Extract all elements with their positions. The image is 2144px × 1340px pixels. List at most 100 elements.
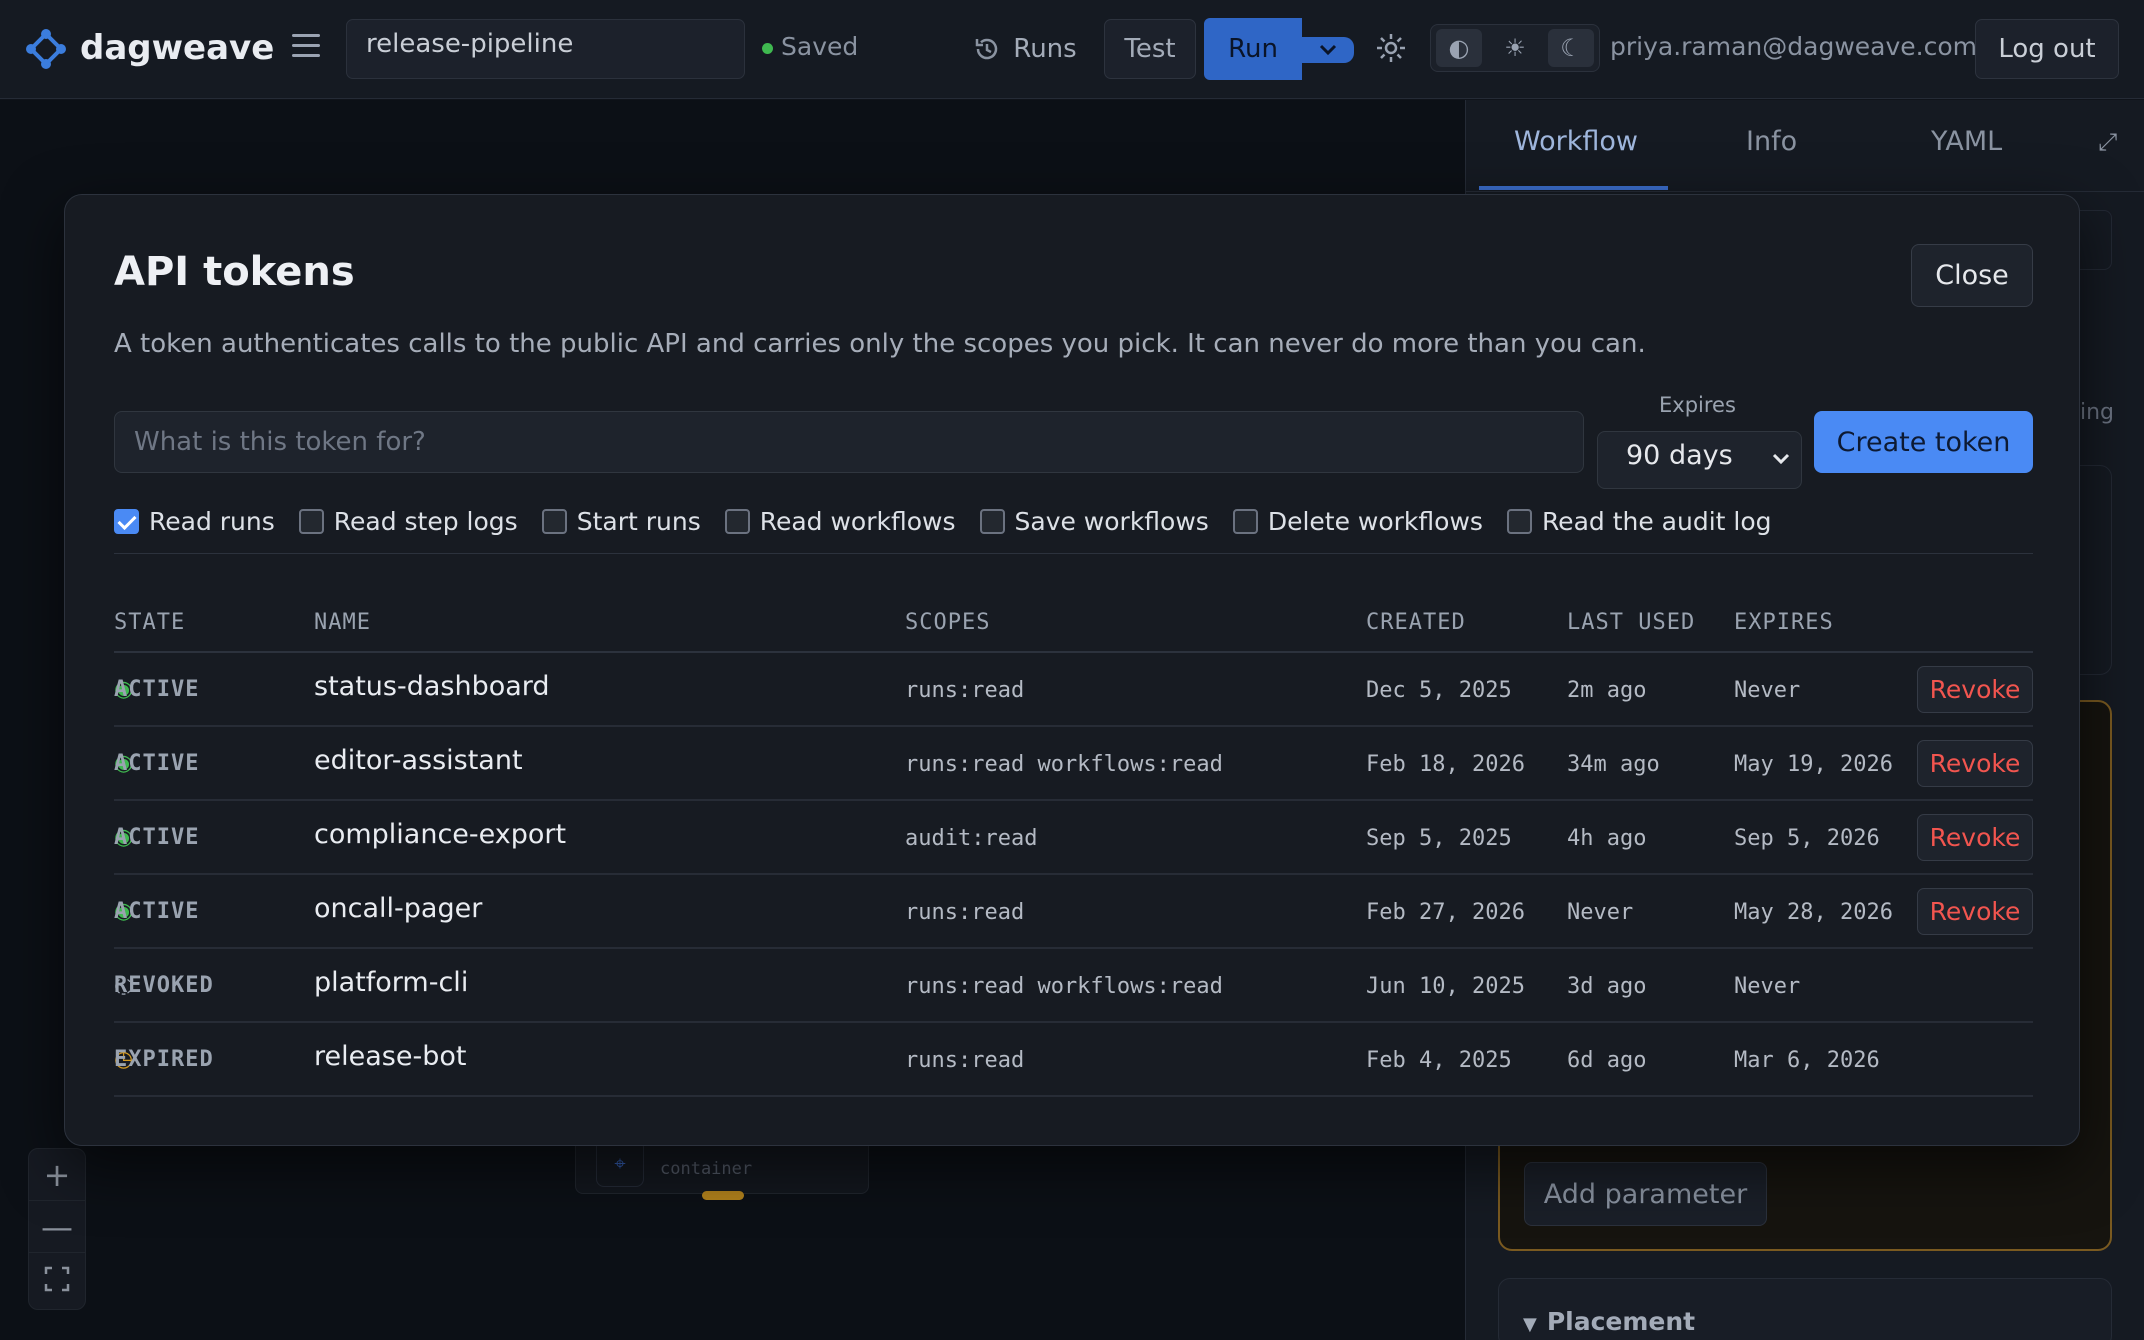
column-header: NAME xyxy=(314,610,371,635)
tab-info[interactable]: Info xyxy=(1746,126,1797,157)
expires-value: 90 days xyxy=(1626,440,1733,471)
token-created: Dec 5, 2025 xyxy=(1366,678,1512,703)
scope-read-runs[interactable]: Read runs xyxy=(114,507,275,536)
revoke-button[interactable]: Revoke xyxy=(1917,666,2033,713)
runs-button[interactable]: Runs xyxy=(965,19,1085,79)
token-created: Jun 10, 2025 xyxy=(1366,974,1525,999)
dagweave-logo-icon xyxy=(26,29,66,69)
revoke-button[interactable]: Revoke xyxy=(1917,888,2033,935)
theme-light-icon[interactable]: ☀ xyxy=(1492,29,1538,67)
table-row: ◷ EXPIRED release-bot runs:read Feb 4, 2025 6… xyxy=(114,1023,2033,1097)
checkbox[interactable] xyxy=(298,508,324,534)
table-row: ◉ ACTIVE editor-assistant runs:read workflo… xyxy=(114,727,2033,801)
scope-label: Read workflows xyxy=(759,506,956,536)
checkbox[interactable] xyxy=(114,508,139,534)
tokens-table-header: STATE NAME SCOPES CREATED LAST USED EXPI… xyxy=(114,600,2033,646)
token-scopes: runs:read xyxy=(905,1048,1025,1073)
create-token-button[interactable]: Create token xyxy=(1814,411,2033,473)
token-last-used: 2m ago xyxy=(1567,678,1647,703)
expires-label: Expires xyxy=(1659,393,1736,417)
chevron-down-icon xyxy=(1319,44,1337,56)
checkbox[interactable] xyxy=(1506,508,1532,534)
settings-gear-icon[interactable] xyxy=(1374,31,1408,65)
token-scopes: runs:read xyxy=(905,900,1025,925)
scope-save-workflows[interactable]: Save workflows xyxy=(979,506,1209,536)
scope-label: Read step logs xyxy=(333,506,518,536)
token-scopes: runs:read workflows:read xyxy=(905,752,1223,777)
state-label: REVOKED xyxy=(114,973,214,998)
revoke-button[interactable]: Revoke xyxy=(1917,814,2033,861)
token-name: editor-assistant xyxy=(314,745,523,776)
scope-read-step-logs[interactable]: Read step logs xyxy=(298,506,518,536)
table-row: ◉ ACTIVE oncall-pager runs:read Feb 27, 2026… xyxy=(114,875,2033,949)
scope-start-runs[interactable]: Start runs xyxy=(541,506,701,536)
collapse-triangle-icon: ▼ xyxy=(1523,1314,1537,1335)
divider xyxy=(114,553,2033,554)
runs-label: Runs xyxy=(1013,34,1077,64)
token-expires: Sep 5, 2026 xyxy=(1734,826,1880,851)
column-header: STATE xyxy=(114,610,186,635)
tab-workflow[interactable]: Workflow xyxy=(1514,126,1638,157)
token-name: release-bot xyxy=(314,1041,467,1072)
checkbox[interactable] xyxy=(1232,508,1258,534)
scope-label: Delete workflows xyxy=(1267,506,1483,536)
scope-label: Read the audit log xyxy=(1541,506,1772,536)
chevron-down-icon xyxy=(1772,453,1790,465)
revoke-button[interactable]: Revoke xyxy=(1917,740,2033,787)
active-tab-indicator xyxy=(1479,186,1668,190)
column-header: EXPIRES xyxy=(1734,610,1834,635)
scope-label: Start runs xyxy=(576,506,701,536)
saved-label: Saved xyxy=(781,32,859,61)
checkbox[interactable] xyxy=(979,508,1005,534)
table-row: ◌ REVOKED platform-cli runs:read workflows:… xyxy=(114,949,2033,1023)
brand-name: dagweave xyxy=(80,28,275,68)
token-expires: Never xyxy=(1734,974,1801,999)
theme-auto-icon[interactable]: ◐ xyxy=(1436,29,1482,67)
column-header: LAST USED xyxy=(1567,610,1696,635)
column-header: CREATED xyxy=(1366,610,1466,635)
table-row: ◉ ACTIVE status-dashboard runs:read Dec 5, 2… xyxy=(114,653,2033,727)
expires-select[interactable]: 90 days xyxy=(1597,431,1802,489)
state-label: ACTIVE xyxy=(114,677,200,702)
logout-button[interactable]: Log out xyxy=(1975,19,2119,79)
placement-label: Placement xyxy=(1546,1307,1696,1336)
panel-tabs: Workflow Info YAML xyxy=(1466,100,2144,192)
checkbox[interactable] xyxy=(541,508,567,534)
scope-label: Save workflows xyxy=(1014,506,1209,536)
workflow-name-input[interactable]: release-pipeline xyxy=(346,19,745,79)
state-label: ACTIVE xyxy=(114,751,200,776)
run-button[interactable]: Run xyxy=(1204,18,1302,80)
run-dropdown-button[interactable] xyxy=(1302,37,1354,63)
expand-icon[interactable]: ⤢ xyxy=(2098,128,2117,156)
token-name: compliance-export xyxy=(314,819,567,850)
tab-yaml[interactable]: YAML xyxy=(1931,126,2002,157)
scope-delete-workflows[interactable]: Delete workflows xyxy=(1232,506,1483,536)
test-button[interactable]: Test xyxy=(1104,19,1196,79)
token-name: oncall-pager xyxy=(314,893,483,924)
panel-peek-text: ing xyxy=(2080,400,2115,425)
state-label: ACTIVE xyxy=(114,825,200,850)
token-created: Feb 27, 2026 xyxy=(1366,900,1525,925)
table-row: ◉ ACTIVE compliance-export audit:read Sep 5,… xyxy=(114,801,2033,875)
token-last-used: Never xyxy=(1567,900,1634,925)
theme-dark-icon[interactable]: ☾ xyxy=(1548,29,1594,67)
token-expires: May 19, 2026 xyxy=(1734,752,1893,777)
top-bar: dagweave release-pipeline Saved Runs Tes… xyxy=(0,0,2144,99)
menu-icon[interactable] xyxy=(292,34,320,64)
close-button[interactable]: Close xyxy=(1911,244,2033,307)
token-last-used: 3d ago xyxy=(1567,974,1647,999)
token-created: Feb 4, 2025 xyxy=(1366,1048,1512,1073)
state-label: ACTIVE xyxy=(114,899,200,924)
token-purpose-input[interactable] xyxy=(114,411,1584,473)
placement-section-header[interactable]: ▼ Placement xyxy=(1498,1278,2112,1340)
checkbox[interactable] xyxy=(724,508,750,534)
saved-status: Saved xyxy=(762,32,858,61)
dialog-title: API tokens xyxy=(114,249,355,295)
add-parameter-button[interactable]: Add parameter xyxy=(1524,1162,1767,1226)
scope-read-audit-log[interactable]: Read the audit log xyxy=(1506,506,1772,536)
token-scopes: runs:read workflows:read xyxy=(905,974,1223,999)
api-tokens-dialog: API tokens Close A token authenticates c… xyxy=(64,194,2080,1146)
column-header: SCOPES xyxy=(905,610,991,635)
token-name: platform-cli xyxy=(314,967,469,998)
scope-read-workflows[interactable]: Read workflows xyxy=(724,506,956,536)
